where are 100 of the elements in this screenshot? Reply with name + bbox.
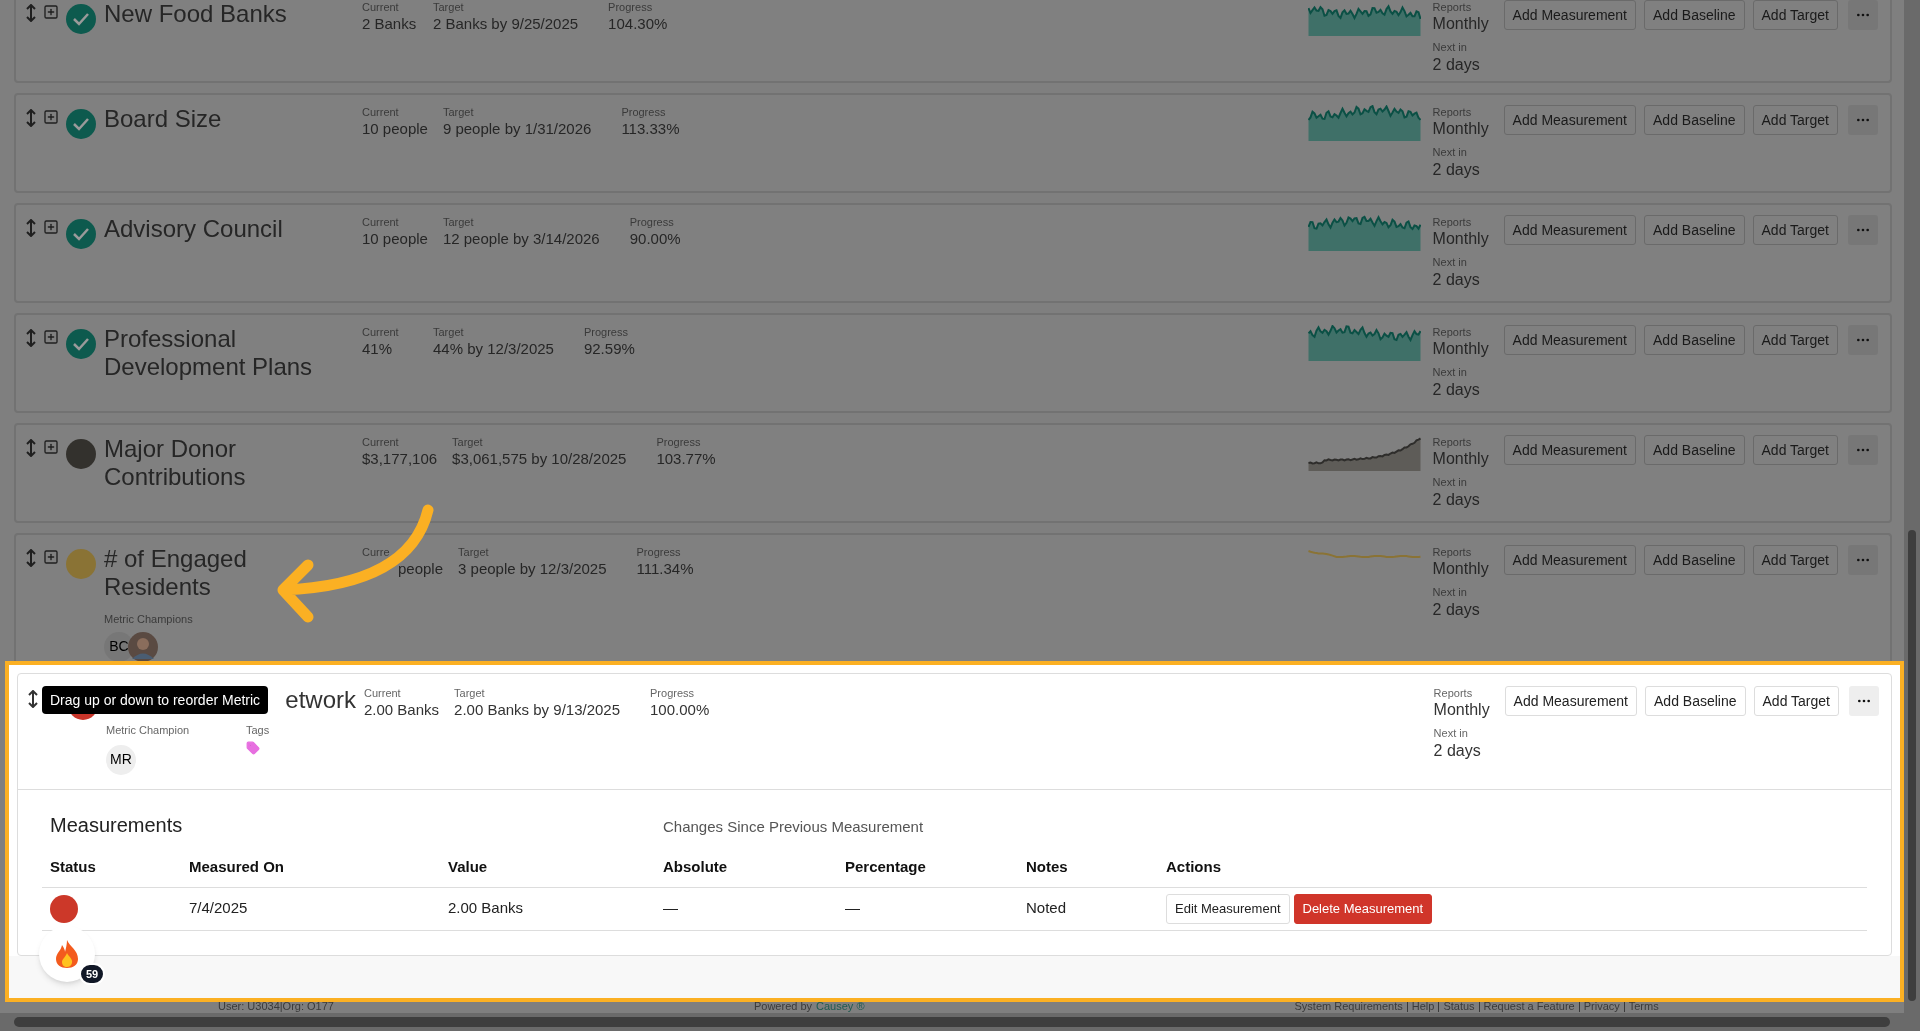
metric-title[interactable]: Board Size bbox=[104, 105, 319, 133]
next-value: 2 days bbox=[1432, 160, 1481, 180]
section-subtitle: Changes Since Previous Measurement bbox=[663, 816, 925, 837]
expand-icon[interactable] bbox=[43, 4, 59, 20]
frequency-value: Monthly bbox=[1432, 449, 1490, 469]
action-button[interactable]: Add Measurement bbox=[1503, 435, 1636, 465]
current-value: people bbox=[398, 559, 444, 579]
action-button[interactable]: Add Measurement bbox=[1503, 0, 1636, 30]
progress-label: Progress bbox=[650, 686, 696, 700]
progress-label: Progress bbox=[621, 105, 667, 119]
expand-icon[interactable] bbox=[43, 219, 59, 235]
action-button[interactable]: Add Target bbox=[1752, 325, 1838, 355]
edit-button[interactable]: Edit Measurement bbox=[1166, 893, 1290, 924]
table-cell-text: Noted bbox=[1026, 898, 1068, 919]
table-cell-text: 7/4/2025 bbox=[189, 898, 249, 919]
action-button[interactable]: Add Baseline bbox=[1644, 435, 1745, 465]
drag-handle-icon[interactable] bbox=[28, 690, 38, 708]
flame-icon bbox=[54, 939, 80, 969]
expand-icon[interactable] bbox=[43, 549, 59, 565]
action-button[interactable]: Add Measurement bbox=[1504, 686, 1637, 716]
target-value: 2.00 Banks by 9/13/2025 bbox=[454, 700, 621, 720]
current-label: Curre bbox=[362, 545, 391, 559]
footer-link[interactable]: Privacy bbox=[1583, 1000, 1620, 1013]
column-header: Percentage bbox=[845, 857, 927, 877]
next-value: 2 days bbox=[1432, 490, 1481, 510]
next-label: Next in bbox=[1432, 255, 1468, 269]
progress-value: 100.00% bbox=[650, 700, 710, 720]
action-button[interactable]: Add Baseline bbox=[1645, 686, 1746, 716]
action-button[interactable]: Add Baseline bbox=[1644, 545, 1745, 575]
target-label: Target bbox=[458, 545, 490, 559]
expand-icon[interactable] bbox=[43, 439, 59, 455]
action-button[interactable]: Add Target bbox=[1752, 0, 1838, 30]
current-value: 10 people bbox=[362, 119, 428, 139]
reports-label: Reports bbox=[1432, 215, 1473, 229]
progress-value: 113.33% bbox=[621, 119, 680, 139]
action-button[interactable]: Add Measurement bbox=[1503, 215, 1636, 245]
column-header: Value bbox=[448, 857, 489, 877]
action-button[interactable]: Add Target bbox=[1752, 105, 1838, 135]
metric-title[interactable]: Major Donor Contributions bbox=[104, 435, 319, 491]
drag-handle-icon[interactable] bbox=[26, 219, 36, 237]
action-button[interactable]: Add Target bbox=[1752, 435, 1838, 465]
current-label: Current bbox=[364, 686, 402, 700]
drag-handle-icon[interactable] bbox=[26, 549, 36, 567]
target-label: Target bbox=[433, 0, 465, 14]
next-value: 2 days bbox=[1432, 380, 1481, 400]
action-button[interactable]: Add Measurement bbox=[1503, 545, 1636, 575]
target-value: 12 people by 3/14/2026 bbox=[442, 229, 600, 249]
next-label: Next in bbox=[1432, 145, 1468, 159]
progress-label: Progress bbox=[608, 0, 654, 14]
action-button[interactable]: Add Baseline bbox=[1644, 325, 1745, 355]
metric-title[interactable]: # of Engaged Residents bbox=[104, 545, 319, 601]
target-label: Target bbox=[442, 105, 475, 119]
action-button[interactable]: Add Baseline bbox=[1644, 0, 1745, 30]
drag-handle-icon[interactable] bbox=[26, 4, 36, 22]
current-label: Current bbox=[362, 325, 400, 339]
reports-label: Reports bbox=[1432, 545, 1473, 559]
champions-label: Metric Champions bbox=[104, 612, 194, 627]
frequency-value: Monthly bbox=[1433, 700, 1491, 720]
next-label: Next in bbox=[1433, 726, 1469, 740]
footer-powered: Powered by bbox=[753, 1000, 813, 1013]
footer-user: User: U3034|Org: O177 bbox=[218, 1000, 334, 1013]
action-button[interactable]: Add Measurement bbox=[1503, 105, 1636, 135]
reports-label: Reports bbox=[1432, 105, 1473, 119]
reports-label: Reports bbox=[1432, 0, 1473, 14]
drag-handle-icon[interactable] bbox=[26, 109, 36, 127]
target-label: Target bbox=[442, 215, 475, 229]
frequency-value: Monthly bbox=[1432, 559, 1490, 579]
footer-link[interactable]: Status bbox=[1443, 1000, 1475, 1013]
tag-icon[interactable] bbox=[246, 740, 260, 755]
current-label: Current bbox=[362, 105, 400, 119]
footer-link[interactable]: System Requirements bbox=[1294, 1000, 1403, 1013]
action-button[interactable]: Add Target bbox=[1752, 215, 1838, 245]
metric-title[interactable]: Professional Development Plans bbox=[104, 325, 319, 381]
footer-link[interactable]: Terms bbox=[1628, 1000, 1659, 1013]
footer-link[interactable]: Help bbox=[1411, 1000, 1435, 1013]
table-cell-text: — bbox=[663, 898, 679, 919]
delete-button[interactable]: Delete Measurement bbox=[1293, 893, 1433, 924]
action-button[interactable]: Add Measurement bbox=[1503, 325, 1636, 355]
drag-handle-icon[interactable] bbox=[26, 439, 36, 457]
column-header: Actions bbox=[1166, 857, 1222, 877]
metric-title[interactable]: New Food Banks bbox=[104, 0, 319, 28]
current-value: 10 people bbox=[362, 229, 428, 249]
action-button[interactable]: Add Baseline bbox=[1644, 215, 1745, 245]
vertical-scrollbar[interactable] bbox=[1904, 0, 1920, 1031]
target-label: Target bbox=[452, 435, 484, 449]
table-cell-text: 2.00 Banks bbox=[448, 898, 525, 919]
expand-icon[interactable] bbox=[43, 329, 59, 345]
footer-link[interactable]: Request a Feature bbox=[1483, 1000, 1575, 1013]
progress-label: Progress bbox=[636, 545, 682, 559]
current-value: $3,177,106 bbox=[362, 449, 438, 469]
action-button[interactable]: Add Target bbox=[1753, 686, 1839, 716]
expand-icon[interactable] bbox=[43, 109, 59, 125]
target-label: Target bbox=[454, 686, 486, 700]
drag-handle-icon[interactable] bbox=[26, 329, 36, 347]
action-button[interactable]: Add Baseline bbox=[1644, 105, 1745, 135]
metric-title[interactable]: Advisory Council bbox=[104, 215, 319, 243]
progress-value: 92.59% bbox=[583, 339, 635, 359]
horizontal-scrollbar[interactable] bbox=[0, 1013, 1904, 1031]
action-button[interactable]: Add Target bbox=[1752, 545, 1838, 575]
current-value: 41% bbox=[362, 339, 394, 359]
